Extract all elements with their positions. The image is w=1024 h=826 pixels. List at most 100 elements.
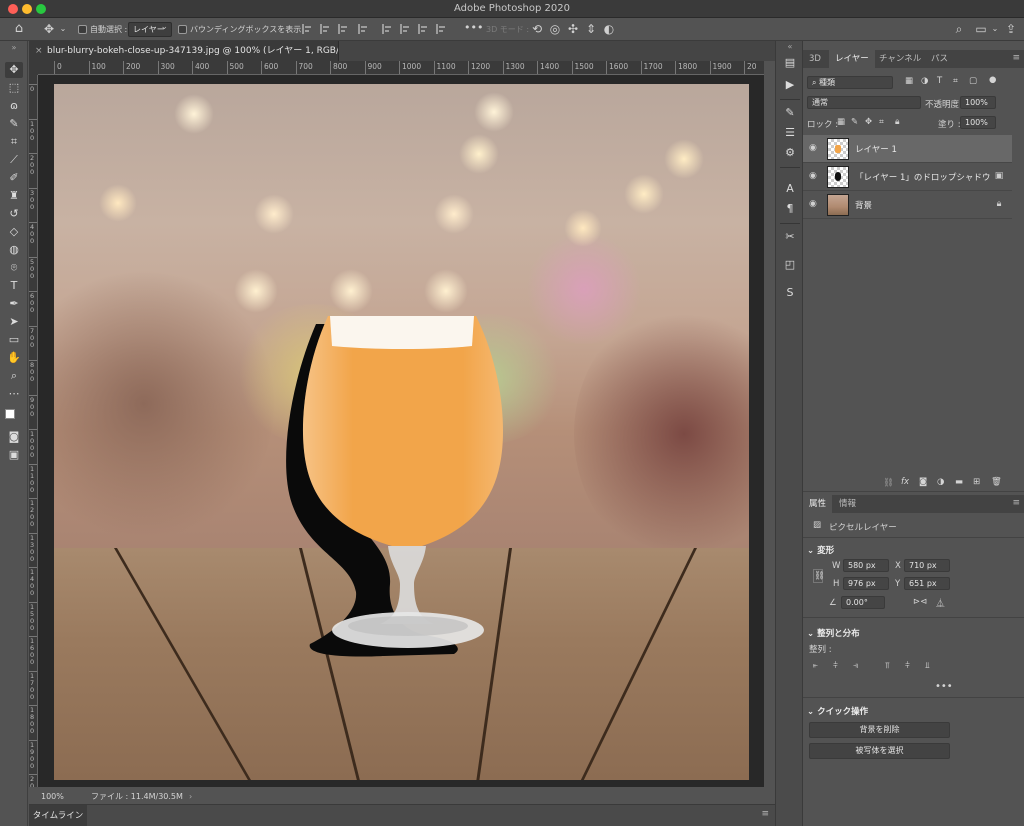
lock-artboard-icon[interactable]: ⌗: [879, 117, 884, 127]
filter-pixel-icon[interactable]: ▦: [905, 76, 913, 86]
tab-paths[interactable]: パス: [925, 50, 954, 68]
workspace-chevron-icon[interactable]: ⌄: [988, 22, 1002, 36]
more-options-icon[interactable]: •••: [464, 21, 483, 34]
edit-toolbar-icon[interactable]: ⋯: [5, 386, 23, 402]
delete-layer-icon[interactable]: 🗑︎: [991, 477, 1002, 487]
3d-slide-icon[interactable]: ⇕: [584, 22, 598, 36]
collapse-toolbar-icon[interactable]: »: [5, 44, 23, 52]
distribute-top-icon[interactable]: [436, 24, 446, 34]
tab-layers[interactable]: レイヤー: [829, 50, 875, 68]
expand-panels-icon[interactable]: «: [782, 43, 798, 51]
width-input[interactable]: 580 px: [843, 559, 889, 572]
brush-tool-icon[interactable]: ✐: [5, 170, 23, 186]
flip-horizontal-icon[interactable]: ⊳⊲: [913, 597, 927, 607]
distribute-center-icon[interactable]: [400, 24, 410, 34]
tab-3d[interactable]: 3D: [803, 50, 827, 68]
layer-name[interactable]: 「レイヤー 1」のドロップシャドウ: [855, 171, 990, 183]
layer-row-layer1[interactable]: ◉ レイヤー 1: [803, 135, 1012, 163]
3d-roll-icon[interactable]: ◎: [548, 22, 562, 36]
angle-input[interactable]: 0.00°: [841, 596, 885, 609]
close-tab-icon[interactable]: ×: [35, 41, 43, 61]
tool-preset-chevron-icon[interactable]: ⌄: [56, 22, 70, 36]
character-panel-icon[interactable]: A: [782, 181, 798, 197]
flip-vertical-icon[interactable]: ⏅: [936, 597, 945, 609]
layer-row-drop-shadow[interactable]: ◉ 「レイヤー 1」のドロップシャドウ ▣: [803, 163, 1012, 191]
eyedropper-tool-icon[interactable]: ⟋: [5, 152, 23, 168]
lock-all-icon[interactable]: 🔒︎: [895, 117, 900, 127]
hand-tool-icon[interactable]: ✋: [5, 350, 23, 366]
x-position-input[interactable]: 710 px: [904, 559, 950, 572]
zoom-tool-icon[interactable]: ⌕: [5, 368, 23, 384]
layer-name[interactable]: 背景: [855, 199, 872, 211]
align-left-icon[interactable]: [302, 24, 312, 34]
layer-name[interactable]: レイヤー 1: [855, 143, 897, 155]
navigator-icon[interactable]: ◰: [782, 257, 798, 273]
brush-settings-icon[interactable]: ✎: [782, 105, 798, 121]
3d-orbit-icon[interactable]: ⟲: [530, 22, 544, 36]
3d-drag-icon[interactable]: ✣: [566, 22, 580, 36]
crop-tool-icon[interactable]: ⌗: [5, 134, 23, 150]
distribute-left-icon[interactable]: [382, 24, 392, 34]
visibility-eye-icon[interactable]: ◉: [809, 199, 819, 209]
gradient-tool-icon[interactable]: ◍: [5, 242, 23, 258]
y-position-input[interactable]: 651 px: [904, 577, 950, 590]
properties-panel-menu-icon[interactable]: ≡: [1012, 498, 1020, 508]
auto-select-dropdown[interactable]: レイヤー: [128, 21, 172, 37]
lock-transparent-icon[interactable]: ▦: [837, 117, 845, 127]
remove-background-button[interactable]: 背景を削除: [809, 722, 950, 738]
tools-preset-icon[interactable]: ✂: [782, 229, 798, 245]
layer-filter-dropdown[interactable]: ⌕ 種類: [807, 76, 893, 89]
link-layers-icon[interactable]: ⛓: [883, 478, 894, 488]
quick-select-tool-icon[interactable]: ✎: [5, 116, 23, 132]
rectangle-tool-icon[interactable]: ▭: [5, 332, 23, 348]
transform-section-header[interactable]: ⌄ 変形: [807, 544, 834, 556]
adjustments-icon[interactable]: ☰: [782, 125, 798, 141]
new-group-icon[interactable]: ▬: [955, 477, 963, 487]
select-subject-button[interactable]: 被写体を選択: [809, 743, 950, 759]
stamp-tool-icon[interactable]: ♜: [5, 188, 23, 204]
status-chevron-icon[interactable]: ›: [189, 789, 192, 804]
layer-row-background[interactable]: ◉ 背景 🔒︎: [803, 191, 1012, 219]
pen-tool-icon[interactable]: ✒: [5, 296, 23, 312]
add-mask-icon[interactable]: ◙: [919, 477, 927, 487]
align-top-icon[interactable]: [358, 24, 368, 34]
eraser-tool-icon[interactable]: ◇: [5, 224, 23, 240]
filter-adjustment-icon[interactable]: ◑: [921, 76, 928, 86]
marquee-tool-icon[interactable]: ⬚: [5, 80, 23, 96]
history-brush-tool-icon[interactable]: ↺: [5, 206, 23, 222]
fx-icon[interactable]: fx: [901, 477, 909, 487]
fill-input[interactable]: 100%: [960, 116, 996, 129]
libraries-icon[interactable]: ⚙: [782, 145, 798, 161]
beer-glass-layer[interactable]: [54, 84, 749, 780]
align-section-header[interactable]: ⌄ 整列と分布: [807, 627, 860, 639]
align-bottom-edges-icon[interactable]: ⫫: [925, 661, 930, 671]
vertical-ruler[interactable]: 0 100 200 300 400 500 600 700 800 900 1000 1100 1200…: [29, 75, 38, 787]
filter-toggle-icon[interactable]: ●: [989, 75, 996, 85]
move-tool-icon[interactable]: ✥: [42, 22, 56, 36]
dodge-tool-icon[interactable]: ⌾: [5, 260, 23, 276]
blend-mode-dropdown[interactable]: 通常: [807, 96, 921, 109]
height-input[interactable]: 976 px: [843, 577, 889, 590]
tab-timeline[interactable]: タイムライン: [29, 805, 87, 826]
align-vertical-centers-icon[interactable]: ⫩: [905, 661, 910, 671]
move-tool-icon[interactable]: ✥: [5, 62, 23, 78]
filter-shape-icon[interactable]: ⌗: [953, 76, 958, 86]
home-icon[interactable]: ⌂: [12, 22, 26, 36]
auto-select-checkbox[interactable]: [78, 25, 87, 34]
filter-type-icon[interactable]: T: [937, 76, 942, 86]
align-top-edges-icon[interactable]: ⫪: [885, 661, 890, 671]
align-right-edges-icon[interactable]: ⫣: [853, 661, 858, 671]
foreground-color-swatch[interactable]: [5, 409, 15, 419]
type-tool-icon[interactable]: T: [5, 278, 23, 294]
lasso-tool-icon[interactable]: ɷ: [5, 98, 23, 114]
filter-smart-object-icon[interactable]: ▢: [969, 76, 977, 86]
link-dimensions-icon[interactable]: ⛓: [813, 569, 825, 583]
tab-channels[interactable]: チャンネル: [873, 50, 927, 68]
paragraph-panel-icon[interactable]: ¶: [782, 201, 798, 217]
tab-info[interactable]: 情報: [833, 495, 862, 513]
actions-panel-icon[interactable]: ▶: [782, 77, 798, 93]
history-panel-icon[interactable]: ▤: [782, 55, 798, 71]
align-right-icon[interactable]: [338, 24, 348, 34]
screen-mode-icon[interactable]: ▣: [5, 447, 23, 463]
path-select-tool-icon[interactable]: ➤: [5, 314, 23, 330]
